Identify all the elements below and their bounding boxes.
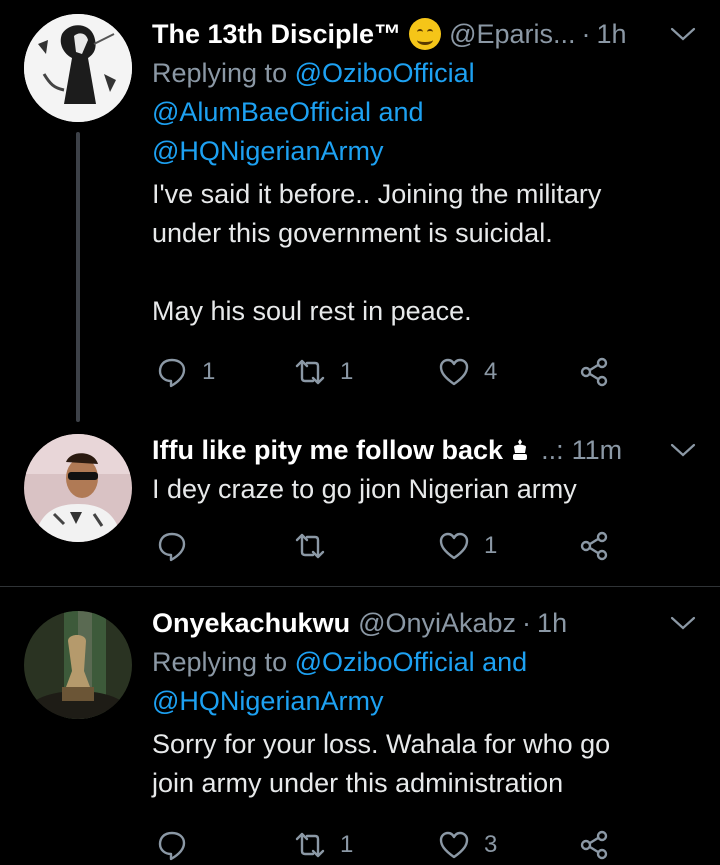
mention-link[interactable]: @AlumBaeOfficial (152, 97, 371, 127)
reply-count: 1 (202, 358, 216, 385)
like-button[interactable]: 4 (438, 352, 497, 392)
thread-line (76, 132, 80, 422)
reply-icon (158, 358, 186, 388)
smiling-face-emoji-icon (409, 18, 442, 50)
share-button[interactable] (578, 526, 610, 566)
separator-dot: · (581, 19, 591, 49)
mention-link[interactable]: @OziboOfficial (295, 58, 475, 88)
chevron-down-icon[interactable] (668, 440, 698, 460)
reply-button[interactable]: 1 (156, 352, 215, 392)
tweet-text-line: join army under this administration (152, 768, 564, 798)
like-button[interactable]: 1 (438, 526, 497, 566)
crown-emoji-icon (513, 439, 528, 460)
replying-to-line3: @HQNigerianArmy (152, 132, 696, 171)
action-bar: 1 1 4 (152, 352, 672, 392)
avatar[interactable] (24, 434, 132, 542)
replying-to-line2: @HQNigerianArmy (152, 682, 696, 721)
tweet-text-line: May his soul rest in peace. (152, 296, 472, 326)
action-bar: 1 (152, 526, 672, 566)
reply-button[interactable] (156, 526, 202, 566)
tweet-text-line: I've said it before.. Joining the milita… (152, 179, 602, 209)
replying-to: Replying to @OziboOfficial (152, 54, 696, 93)
tweet-header: Iffu like pity me follow back ..: 11m (152, 430, 696, 470)
tweet-text-line: Sorry for your loss. Wahala for who go (152, 729, 611, 759)
tweet-text-line: I dey craze to go jion Nigerian army (152, 474, 577, 504)
replying-to-line2: @AlumBaeOfficial and (152, 93, 696, 132)
replying-and: and (371, 97, 424, 127)
tweet-text-line: under this government is suicidal. (152, 218, 553, 248)
display-name[interactable]: The 13th Disciple™ (152, 14, 401, 54)
like-count: 4 (484, 358, 498, 385)
chevron-down-icon[interactable] (668, 24, 698, 44)
share-icon (580, 830, 608, 860)
tweet-header: Onyekachukwu @OnyiAkabz · 1h (152, 603, 696, 643)
display-name[interactable]: Onyekachukwu (152, 603, 350, 643)
retweet-icon (295, 359, 325, 385)
share-icon (580, 531, 608, 561)
separator-dot: · (522, 608, 532, 638)
avatar[interactable] (24, 611, 132, 719)
timestamp[interactable]: 11m (572, 430, 623, 470)
mention-link[interactable]: @OziboOfficial (295, 647, 475, 677)
retweet-button[interactable] (294, 526, 340, 566)
tweet-text: Sorry for your loss. Wahala for who go j… (152, 725, 696, 803)
share-button[interactable] (578, 352, 610, 392)
replying-label: Replying to (152, 58, 288, 88)
heart-icon (439, 532, 469, 560)
avatar[interactable] (24, 14, 132, 122)
tweet-2[interactable]: Iffu like pity me follow back ..: 11m I … (0, 420, 720, 586)
heart-icon (439, 831, 469, 859)
share-icon (580, 357, 608, 387)
username[interactable]: @OnyiAkabz (358, 603, 516, 643)
chevron-down-icon[interactable] (668, 613, 698, 633)
replying-to: Replying to @OziboOfficial and (152, 643, 696, 682)
reply-button[interactable] (156, 825, 202, 865)
timestamp[interactable]: 1h (597, 14, 627, 54)
mention-link[interactable]: @HQNigerianArmy (152, 136, 383, 166)
timestamp[interactable]: 1h (537, 603, 567, 643)
tweet-header: The 13th Disciple™ @Eparis... · 1h (152, 14, 696, 54)
display-name[interactable]: Iffu like pity me follow back (152, 430, 503, 470)
username[interactable]: ..: (541, 430, 564, 470)
reply-icon (158, 532, 186, 562)
tweet-text: I've said it before.. Joining the milita… (152, 175, 696, 331)
retweet-icon (295, 832, 325, 858)
like-count: 1 (484, 532, 498, 559)
mention-link[interactable]: @HQNigerianArmy (152, 686, 383, 716)
retweet-count: 1 (340, 358, 354, 385)
tweet-text: I dey craze to go jion Nigerian army (152, 470, 696, 509)
heart-icon (439, 358, 469, 386)
replying-label: Replying to (152, 647, 288, 677)
like-count: 3 (484, 831, 498, 858)
replying-and: and (474, 647, 528, 677)
retweet-count: 1 (340, 831, 354, 858)
retweet-button[interactable]: 1 (294, 352, 353, 392)
tweet-1[interactable]: The 13th Disciple™ @Eparis... · 1h Reply… (0, 0, 720, 422)
share-button[interactable] (578, 825, 610, 865)
retweet-button[interactable]: 1 (294, 825, 353, 865)
retweet-icon (295, 533, 325, 559)
username[interactable]: @Eparis... (449, 14, 575, 54)
reply-icon (158, 831, 186, 861)
tweet-3[interactable]: Onyekachukwu @OnyiAkabz · 1h Replying to… (0, 587, 720, 861)
action-bar: 1 3 (152, 825, 672, 865)
like-button[interactable]: 3 (438, 825, 497, 865)
